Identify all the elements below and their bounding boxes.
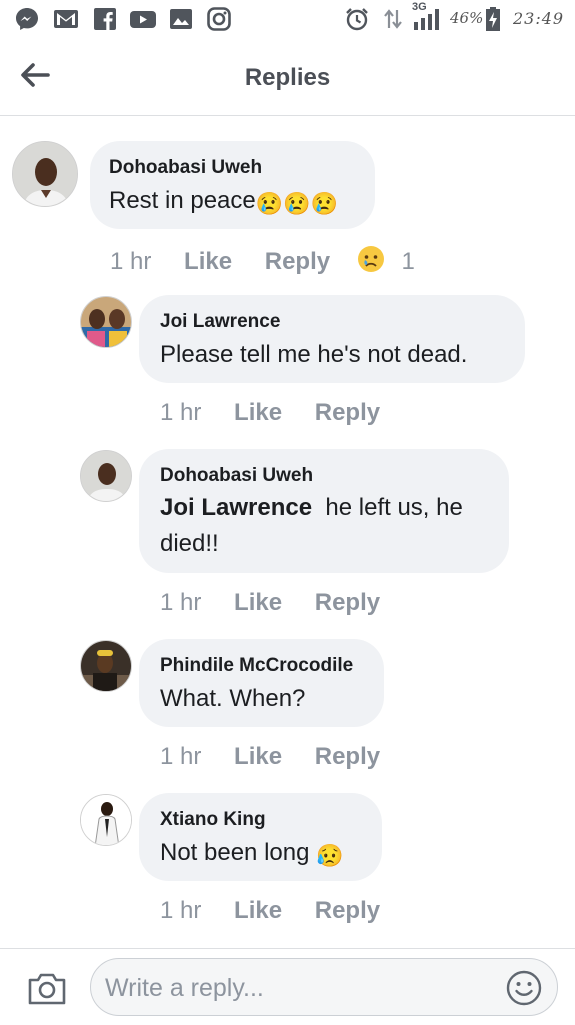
comment-text: What. When? bbox=[160, 685, 306, 712]
reply-button[interactable]: Reply bbox=[265, 248, 330, 275]
comment-text-body: Not been long bbox=[160, 839, 310, 866]
battery-percent: 46% bbox=[450, 9, 484, 27]
reply-button[interactable]: Reply bbox=[315, 399, 380, 426]
crying-emoji: 😢😢😢 bbox=[255, 191, 338, 216]
avatar[interactable] bbox=[80, 794, 132, 846]
battery-charging-icon bbox=[484, 6, 502, 32]
comment-actions: 1 hr Like Reply bbox=[160, 399, 380, 427]
messenger-icon bbox=[14, 6, 40, 32]
comment-text-body: Rest in peace bbox=[109, 187, 256, 214]
gallery-icon bbox=[168, 6, 194, 32]
comment-text-body: he left us, he bbox=[325, 494, 463, 521]
comment-bubble[interactable]: Phindile McCrocodile What. When? bbox=[139, 639, 384, 727]
comment-text: Not been long 😥 bbox=[160, 835, 344, 874]
comment-author[interactable]: Joi Lawrence bbox=[160, 311, 280, 333]
comment-bubble[interactable]: Joi Lawrence Please tell me he's not dea… bbox=[139, 295, 525, 383]
reply-input[interactable] bbox=[103, 967, 497, 1009]
comment-author[interactable]: Xtiano King bbox=[160, 809, 266, 831]
like-button[interactable]: Like bbox=[184, 248, 232, 275]
comment-actions: 1 hr Like Reply bbox=[160, 589, 380, 617]
avatar[interactable] bbox=[80, 640, 132, 692]
like-button[interactable]: Like bbox=[234, 399, 282, 426]
like-button[interactable]: Like bbox=[234, 743, 282, 770]
reply-button[interactable]: Reply bbox=[315, 589, 380, 616]
youtube-icon bbox=[128, 6, 156, 32]
reaction-count[interactable]: 1 bbox=[401, 248, 414, 275]
comment-author[interactable]: Phindile McCrocodile bbox=[160, 655, 353, 677]
comment-text: Please tell me he's not dead. bbox=[160, 341, 468, 368]
avatar[interactable] bbox=[12, 141, 78, 207]
smiley-icon bbox=[506, 970, 542, 1006]
comment-text: Rest in peace😢😢😢 bbox=[109, 183, 338, 222]
comment-time: 1 hr bbox=[110, 248, 152, 275]
comment-time: 1 hr bbox=[160, 399, 202, 426]
emoji-button[interactable] bbox=[505, 969, 543, 1007]
mention-link[interactable]: Joi Lawrence bbox=[160, 494, 312, 521]
comment-actions: 1 hr Like Reply bbox=[160, 897, 380, 925]
gmail-icon bbox=[52, 6, 78, 32]
camera-button[interactable] bbox=[26, 971, 68, 1007]
alarm-icon bbox=[344, 6, 370, 32]
comment-author[interactable]: Dohoabasi Uweh bbox=[160, 465, 313, 487]
status-bar: 3G 46% 23:49 bbox=[0, 0, 575, 40]
camera-icon bbox=[28, 973, 66, 1005]
comment-bubble[interactable]: Dohoabasi Uweh Rest in peace😢😢😢 bbox=[90, 141, 375, 229]
comment-bubble[interactable]: Dohoabasi Uweh Joi Lawrence he left us, … bbox=[139, 449, 509, 573]
instagram-icon bbox=[206, 6, 232, 32]
header: Replies bbox=[0, 40, 575, 116]
reply-button[interactable]: Reply bbox=[315, 743, 380, 770]
page-title: Replies bbox=[244, 64, 331, 91]
sad-reaction-icon[interactable] bbox=[357, 245, 385, 280]
reply-composer bbox=[0, 948, 575, 1025]
comment-actions: 1 hr Like Reply 1 bbox=[110, 245, 415, 280]
reply-input-box[interactable] bbox=[90, 958, 558, 1016]
avatar[interactable] bbox=[80, 296, 132, 348]
reply-button[interactable]: Reply bbox=[315, 897, 380, 924]
comment-time: 1 hr bbox=[160, 589, 202, 616]
comment-actions: 1 hr Like Reply bbox=[160, 743, 380, 771]
comment-text: Joi Lawrence he left us, he bbox=[160, 490, 463, 526]
comment-time: 1 hr bbox=[160, 897, 202, 924]
signal-icon: 3G bbox=[410, 1, 446, 32]
comment-time: 1 hr bbox=[160, 743, 202, 770]
avatar[interactable] bbox=[80, 450, 132, 502]
data-transfer-icon bbox=[382, 6, 408, 32]
like-button[interactable]: Like bbox=[234, 897, 282, 924]
sad-emoji: 😥 bbox=[316, 843, 344, 868]
facebook-icon bbox=[92, 6, 118, 32]
comment-author[interactable]: Dohoabasi Uweh bbox=[109, 157, 262, 179]
comment-bubble[interactable]: Xtiano King Not been long 😥 bbox=[139, 793, 382, 881]
like-button[interactable]: Like bbox=[234, 589, 282, 616]
comment-text-line2: died!! bbox=[160, 530, 219, 557]
clock: 23:49 bbox=[513, 9, 565, 28]
